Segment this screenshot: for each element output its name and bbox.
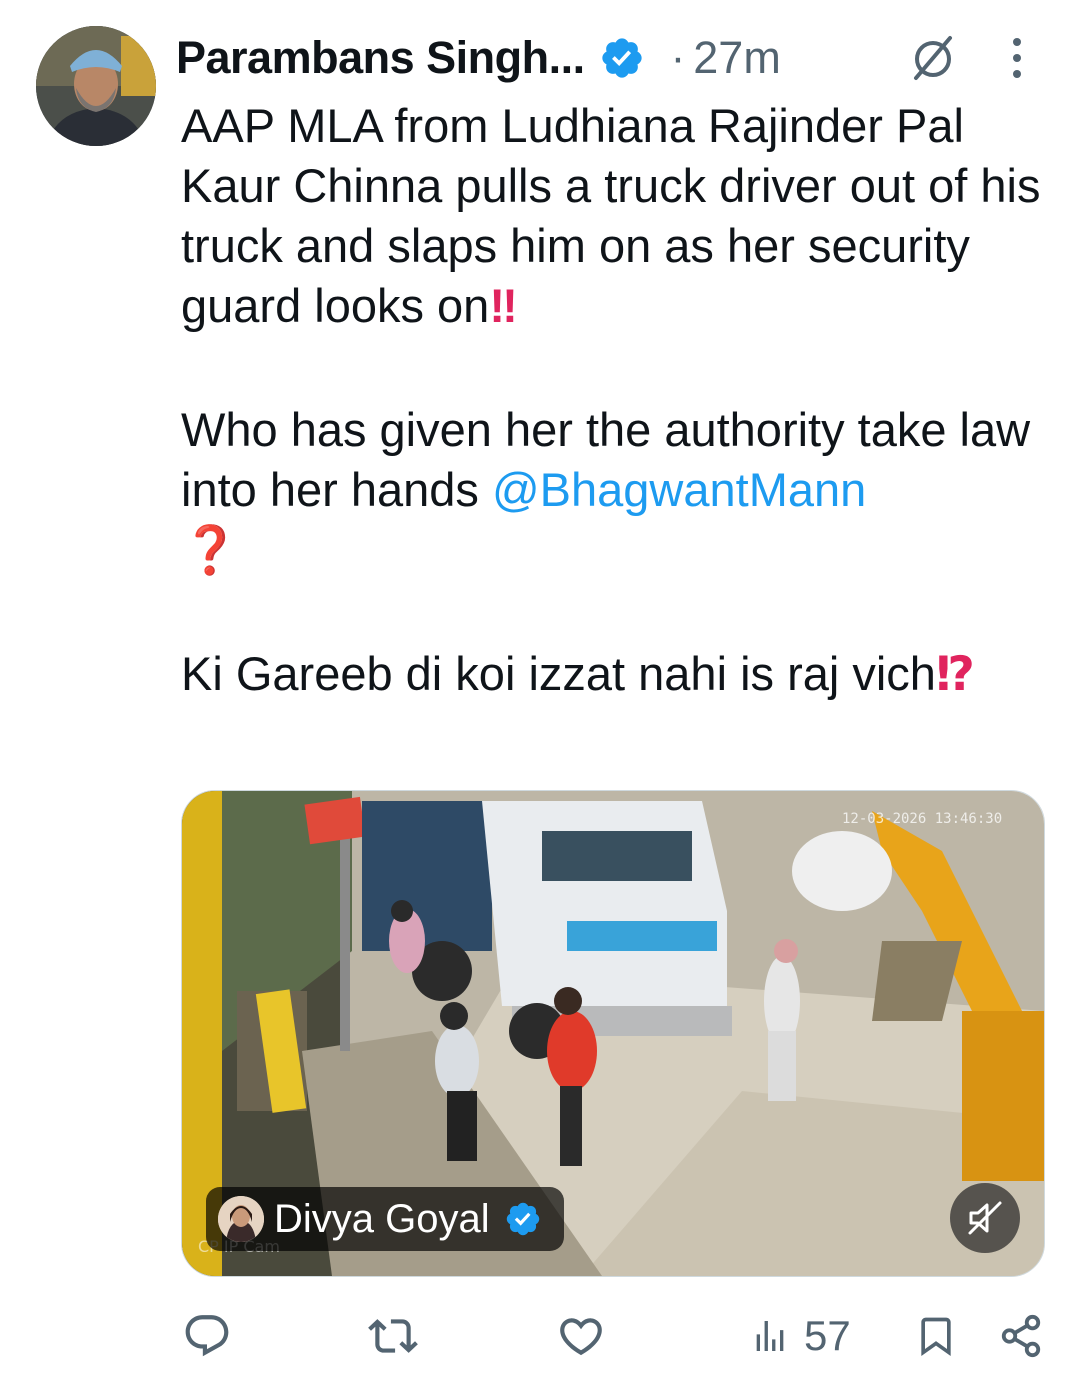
tweet-paragraph-text: Ki Gareeb di koi izzat nahi is raj vich	[181, 647, 936, 700]
tweet-video[interactable]: 12-03-2026 13:46:30 CP IP Cam Divya Goya…	[181, 790, 1045, 1277]
like-button[interactable]	[556, 1310, 606, 1362]
tweet-header: Parambans Singh... · 27m	[176, 26, 1056, 90]
reply-icon	[185, 1315, 229, 1357]
video-credit[interactable]: Divya Goyal	[206, 1187, 564, 1251]
reply-button[interactable]	[182, 1310, 232, 1362]
tweet-paragraph: AAP MLA from Ludhiana Rajinder Pal Kaur …	[181, 96, 1061, 336]
tweet-text: AAP MLA from Ludhiana Rajinder Pal Kaur …	[181, 96, 1061, 704]
verified-badge-icon	[601, 38, 642, 78]
tweet-action-bar: 57	[0, 1300, 1080, 1370]
double-exclamation-emoji: ‼	[489, 279, 518, 332]
views-button[interactable]: 57	[750, 1310, 851, 1362]
tweet-paragraph: Who has given her the authority take law…	[181, 400, 1061, 580]
verified-badge-icon	[506, 1202, 539, 1236]
views-chart-icon	[756, 1321, 784, 1351]
tweet-timestamp[interactable]: 27m	[693, 32, 781, 84]
speaker-muted-icon	[968, 1201, 1002, 1235]
mention-link[interactable]: @BhagwantMann	[492, 463, 866, 516]
exclamation-question-emoji: ⁉	[935, 647, 975, 700]
heart-icon	[560, 1318, 602, 1356]
credit-avatar	[218, 1196, 264, 1242]
profile-photo	[36, 26, 156, 146]
bookmark-icon	[921, 1317, 951, 1357]
question-mark-emoji: ❓	[181, 523, 240, 576]
tweet-paragraph-text: AAP MLA from Ludhiana Rajinder Pal Kaur …	[181, 99, 1041, 332]
share-icon	[1001, 1314, 1041, 1358]
separator-dot: ·	[670, 33, 686, 82]
author-avatar[interactable]	[36, 26, 156, 146]
views-count: 57	[804, 1312, 851, 1359]
repost-icon	[368, 1319, 418, 1353]
share-button[interactable]	[998, 1310, 1044, 1362]
author-name[interactable]: Parambans Singh...	[176, 32, 585, 84]
credit-name: Divya Goyal	[274, 1196, 490, 1241]
more-options-icon[interactable]	[1002, 34, 1032, 82]
grok-icon[interactable]	[906, 30, 960, 84]
camera-timestamp: 12-03-2026 13:46:30	[842, 811, 1003, 827]
bookmark-button[interactable]	[914, 1310, 958, 1362]
mute-button[interactable]	[950, 1183, 1020, 1253]
repost-button[interactable]	[368, 1310, 418, 1362]
tweet-paragraph: Ki Gareeb di koi izzat nahi is raj vich⁉	[181, 644, 1061, 704]
